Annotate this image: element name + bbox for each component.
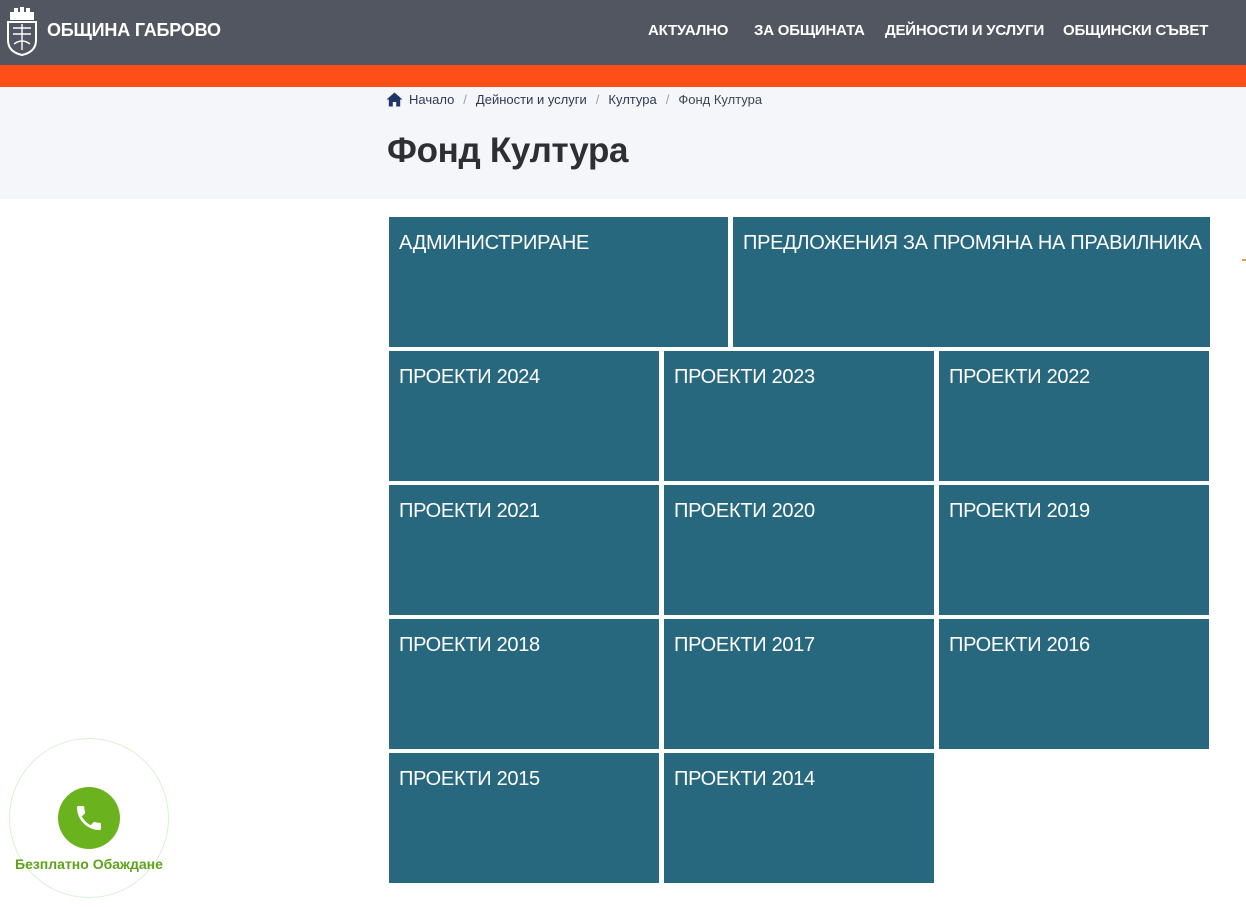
tile-label: ПРОЕКТИ 2020	[674, 500, 815, 522]
tile-projects-2021[interactable]: ПРОЕКТИ 2021	[389, 485, 659, 615]
page-title: Фонд Култура	[387, 131, 629, 170]
tile-label: ПРОЕКТИ 2019	[949, 500, 1090, 522]
tile-projects-2017[interactable]: ПРОЕКТИ 2017	[664, 619, 934, 749]
nav-item-about-municipality[interactable]: ЗА ОБЩИНАТА	[754, 22, 865, 39]
free-call-button[interactable]	[58, 787, 120, 849]
tile-projects-2020[interactable]: ПРОЕКТИ 2020	[664, 485, 934, 615]
tile-label: АДМИНИСТРИРАНЕ	[399, 232, 590, 254]
nav-item-municipal-council[interactable]: ОБЩИНСКИ СЪВЕТ	[1063, 22, 1208, 39]
tile-label: ПРОЕКТИ 2014	[674, 768, 815, 790]
top-navigation-bar: ОБЩИНА ГАБРОВО АКТУАЛНО ЗА ОБЩИНАТА ДЕЙН…	[0, 0, 1246, 65]
page-header: Начало / Дейности и услуги / Култура / Ф…	[0, 87, 1246, 199]
tile-label: ПРЕДЛОЖЕНИЯ ЗА ПРОМЯНА НА ПРАВИЛНИКА	[743, 232, 1202, 254]
nav-item-activities-services[interactable]: ДЕЙНОСТИ И УСЛУГИ	[885, 22, 1044, 39]
breadcrumb-link-home[interactable]: Начало	[409, 92, 454, 107]
breadcrumb-separator: /	[595, 91, 600, 107]
tile-administration[interactable]: АДМИНИСТРИРАНЕ	[389, 217, 728, 347]
tile-projects-2016[interactable]: ПРОЕКТИ 2016	[939, 619, 1209, 749]
home-icon[interactable]	[386, 92, 403, 107]
nav-item-news[interactable]: АКТУАЛНО	[648, 22, 728, 39]
site-brand-name[interactable]: ОБЩИНА ГАБРОВО	[47, 20, 221, 41]
breadcrumb-current: Фонд Култура	[678, 91, 763, 107]
coat-of-arms-icon[interactable]	[6, 6, 38, 56]
breadcrumb-separator: /	[665, 91, 670, 107]
tile-label: ПРОЕКТИ 2017	[674, 634, 815, 656]
tile-label: ПРОЕКТИ 2023	[674, 366, 815, 388]
breadcrumb-link-culture[interactable]: Култура	[608, 92, 656, 107]
tile-projects-2019[interactable]: ПРОЕКТИ 2019	[939, 485, 1209, 615]
tile-projects-2022[interactable]: ПРОЕКТИ 2022	[939, 351, 1209, 481]
accent-stripe	[0, 65, 1246, 87]
tile-label: ПРОЕКТИ 2021	[399, 500, 540, 522]
tile-label: ПРОЕКТИ 2015	[399, 768, 540, 790]
breadcrumb-separator: /	[463, 91, 467, 107]
tile-projects-2014[interactable]: ПРОЕКТИ 2014	[664, 753, 934, 883]
edge-decoration	[1242, 259, 1246, 261]
phone-icon	[77, 806, 101, 830]
tile-label: ПРОЕКТИ 2024	[399, 366, 540, 388]
breadcrumb-link-activities[interactable]: Дейности и услуги	[476, 92, 587, 107]
tile-label: ПРОЕКТИ 2022	[949, 366, 1090, 388]
tile-rules-change-proposals[interactable]: ПРЕДЛОЖЕНИЯ ЗА ПРОМЯНА НА ПРАВИЛНИКА	[733, 217, 1210, 347]
tile-projects-2018[interactable]: ПРОЕКТИ 2018	[389, 619, 659, 749]
breadcrumb: Начало / Дейности и услуги / Култура / Ф…	[386, 91, 762, 107]
tile-projects-2023[interactable]: ПРОЕКТИ 2023	[664, 351, 934, 481]
tile-label: ПРОЕКТИ 2018	[399, 634, 540, 656]
tile-projects-2024[interactable]: ПРОЕКТИ 2024	[389, 351, 659, 481]
tile-label: ПРОЕКТИ 2016	[949, 634, 1090, 656]
free-call-label[interactable]: Безплатно Обаждане	[15, 856, 163, 872]
tile-projects-2015[interactable]: ПРОЕКТИ 2015	[389, 753, 659, 883]
